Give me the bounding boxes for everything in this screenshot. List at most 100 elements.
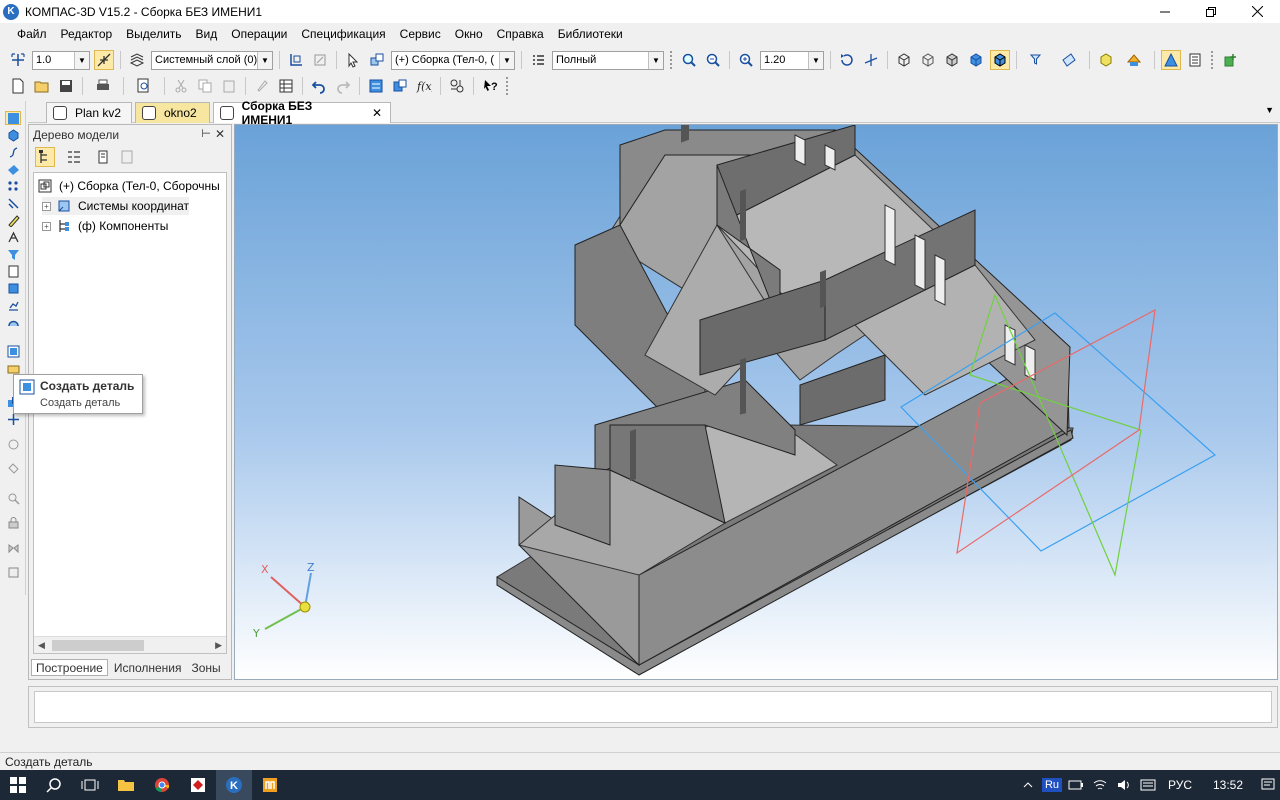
battery-icon[interactable] xyxy=(1064,770,1088,800)
search-icon[interactable] xyxy=(36,770,72,800)
tab-plan-kv2[interactable]: Plan kv2 xyxy=(46,102,132,123)
toolbar-grip[interactable] xyxy=(1211,51,1215,69)
menu-view[interactable]: Вид xyxy=(189,27,225,41)
wifi-icon[interactable] xyxy=(1088,770,1112,800)
context-help-icon[interactable]: ? xyxy=(480,76,500,96)
save-icon[interactable] xyxy=(56,76,76,96)
scroll-thumb[interactable] xyxy=(52,639,144,651)
tree-horizontal-scrollbar[interactable]: ◀ ▶ xyxy=(34,636,226,653)
mate-icon[interactable] xyxy=(5,196,21,210)
tree-item-coordinate-systems[interactable]: + Системы координат xyxy=(42,197,189,215)
menu-libraries[interactable]: Библиотеки xyxy=(551,27,630,41)
create-assembly-icon[interactable] xyxy=(5,361,21,375)
report-icon[interactable] xyxy=(5,281,21,295)
snap-icon[interactable] xyxy=(94,50,114,70)
chevron-up-icon[interactable] xyxy=(1016,770,1040,800)
menu-operations[interactable]: Операции xyxy=(224,27,294,41)
task-view-icon[interactable] xyxy=(72,770,108,800)
volume-icon[interactable] xyxy=(1112,770,1136,800)
zoom-combo[interactable]: 1.20 ▼ xyxy=(760,50,824,70)
color-icon[interactable] xyxy=(1120,50,1148,70)
format-brush-icon[interactable] xyxy=(252,76,272,96)
calculator-icon[interactable] xyxy=(447,76,467,96)
collision-icon[interactable] xyxy=(5,461,21,475)
measure-icon[interactable] xyxy=(5,213,21,227)
kompas-app-icon[interactable]: K xyxy=(216,770,252,800)
spec-icon[interactable] xyxy=(5,264,21,278)
close-icon[interactable] xyxy=(1234,0,1280,23)
assembly-icon[interactable] xyxy=(367,50,387,70)
menu-file[interactable]: Файл xyxy=(10,27,54,41)
menu-editor[interactable]: Редактор xyxy=(54,27,120,41)
properties-icon[interactable] xyxy=(1185,50,1205,70)
expand-plus-icon[interactable]: + xyxy=(42,201,51,211)
table-icon[interactable] xyxy=(276,76,296,96)
create-part-icon[interactable] xyxy=(5,344,21,358)
tab-construction[interactable]: Построение xyxy=(31,659,108,676)
file-explorer-icon[interactable] xyxy=(108,770,144,800)
chrome-icon[interactable] xyxy=(144,770,180,800)
halftone-icon[interactable] xyxy=(942,50,962,70)
zoom-window-icon[interactable] xyxy=(679,50,699,70)
keyboard-icon[interactable] xyxy=(1136,770,1160,800)
menu-window[interactable]: Окно xyxy=(448,27,490,41)
tab-zones[interactable]: Зоны xyxy=(188,659,225,676)
filter-icon[interactable] xyxy=(1023,50,1051,70)
edit-assembly-icon[interactable] xyxy=(5,111,21,125)
print-icon[interactable] xyxy=(89,76,117,96)
surface-icon[interactable] xyxy=(5,162,21,176)
assembly-combo[interactable]: (+) Сборка (Тел-0, ( ▼ xyxy=(391,50,515,70)
layer-combo[interactable]: Системный слой (0) ▼ xyxy=(151,50,273,70)
cut-icon[interactable] xyxy=(1055,50,1083,70)
orientation-icon[interactable] xyxy=(861,50,881,70)
shaded-edges-icon[interactable] xyxy=(990,50,1010,70)
filter-funnel-icon[interactable] xyxy=(5,247,21,261)
new-file-icon[interactable] xyxy=(8,76,28,96)
paste-icon[interactable] xyxy=(219,76,239,96)
local-cs-icon[interactable] xyxy=(310,50,330,70)
array-icon[interactable] xyxy=(5,179,21,193)
rotate-icon[interactable] xyxy=(837,50,857,70)
tab-assembly[interactable]: Сборка БЕЗ ИМЕНИ1 ✕ xyxy=(213,99,391,127)
input-language[interactable]: РУС xyxy=(1160,770,1200,800)
notifications-icon[interactable] xyxy=(1256,770,1280,800)
zoom-part-icon[interactable] xyxy=(5,491,21,505)
zoom-in-icon[interactable] xyxy=(736,50,756,70)
lock-icon[interactable] xyxy=(5,515,21,529)
toolbar-grip[interactable] xyxy=(506,77,510,95)
perspective-icon[interactable] xyxy=(1161,50,1181,70)
preview-icon[interactable] xyxy=(130,76,158,96)
zoom-dynamic-icon[interactable] xyxy=(703,50,723,70)
view-list-icon[interactable] xyxy=(528,50,548,70)
function-fx-icon[interactable]: f(x) xyxy=(414,76,434,96)
step-cursor-icon[interactable] xyxy=(8,50,28,70)
clock[interactable]: 13:52 xyxy=(1200,770,1256,800)
tree-structure-icon[interactable] xyxy=(35,147,55,167)
red-app-icon[interactable] xyxy=(180,770,216,800)
tab-okno2[interactable]: okno2 xyxy=(135,102,210,123)
copy-icon[interactable] xyxy=(195,76,215,96)
undo-icon[interactable] xyxy=(309,76,329,96)
menu-service[interactable]: Сервис xyxy=(393,27,448,41)
sheet-metal-icon[interactable] xyxy=(5,315,21,329)
close-tab-icon[interactable]: ✕ xyxy=(372,106,382,120)
model-viewport[interactable]: X Z Y xyxy=(234,124,1278,680)
menu-help[interactable]: Справка xyxy=(490,27,551,41)
minimize-icon[interactable] xyxy=(1142,0,1188,23)
scroll-left-icon[interactable]: ◀ xyxy=(38,640,45,651)
cursor-arrow-icon[interactable] xyxy=(343,50,363,70)
solid-icon[interactable] xyxy=(5,128,21,142)
layers-icon[interactable] xyxy=(127,50,147,70)
pin-icon[interactable]: ⊢ xyxy=(201,127,211,140)
variables-icon[interactable] xyxy=(390,76,410,96)
tabs-scroll-icon[interactable]: ▼ xyxy=(1265,105,1274,115)
menu-select[interactable]: Выделить xyxy=(119,27,188,41)
panel-close-icon[interactable]: ✕ xyxy=(215,127,225,141)
windows-start-icon[interactable] xyxy=(0,770,36,800)
appearance-icon[interactable] xyxy=(1096,50,1116,70)
expand-plus-icon[interactable]: + xyxy=(42,221,51,231)
tab-versions[interactable]: Исполнения xyxy=(110,659,186,676)
tree-relations-icon[interactable] xyxy=(117,147,137,167)
menu-specification[interactable]: Спецификация xyxy=(294,27,392,41)
orange-app-icon[interactable] xyxy=(252,770,288,800)
